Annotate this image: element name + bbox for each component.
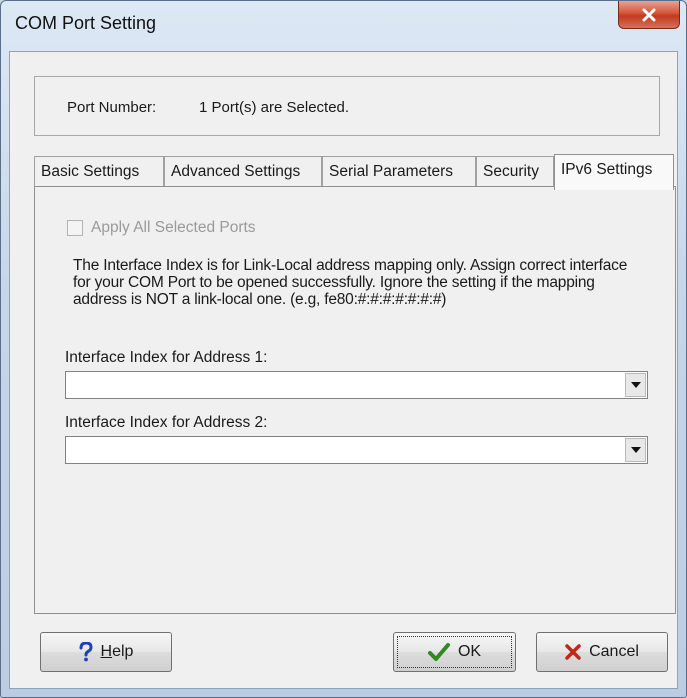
- interface-index-note: The Interface Index is for Link-Local ad…: [73, 257, 628, 308]
- apply-all-row: Apply All Selected Ports: [67, 219, 256, 237]
- checkmark-icon: [427, 643, 450, 661]
- interface2-dropdown-button[interactable]: [625, 438, 646, 462]
- interface1-label: Interface Index for Address 1:: [65, 349, 268, 366]
- help-label: Help: [100, 643, 134, 660]
- cancel-x-icon: [565, 644, 581, 660]
- apply-all-checkbox[interactable]: [67, 220, 83, 236]
- ok-button[interactable]: OK: [393, 632, 516, 672]
- port-number-box: Port Number: 1 Port(s) are Selected.: [34, 76, 660, 136]
- tab-basic-settings[interactable]: Basic Settings: [34, 156, 164, 186]
- port-number-value: 1 Port(s) are Selected.: [199, 99, 350, 116]
- close-button[interactable]: [618, 1, 680, 29]
- close-x-icon: [642, 8, 656, 21]
- apply-all-label: Apply All Selected Ports: [91, 219, 256, 236]
- dialog-body: Port Number: 1 Port(s) are Selected. Bas…: [9, 51, 678, 689]
- port-number-label: Port Number:: [67, 99, 157, 116]
- title-bar[interactable]: COM Port Setting: [1, 1, 686, 51]
- ipv6-settings-panel: Apply All Selected Ports The Interface I…: [34, 186, 676, 614]
- window-title: COM Port Setting: [15, 13, 157, 33]
- chevron-down-icon: [630, 382, 641, 388]
- settings-tabs: Basic Settings Advanced Settings Serial …: [34, 154, 674, 190]
- chevron-down-icon: [630, 447, 641, 453]
- interface1-dropdown-button[interactable]: [625, 373, 646, 397]
- interface1-select[interactable]: [65, 371, 648, 399]
- tab-security[interactable]: Security: [476, 156, 554, 186]
- tab-serial-parameters[interactable]: Serial Parameters: [322, 156, 476, 186]
- tab-advanced-settings[interactable]: Advanced Settings: [164, 156, 322, 186]
- com-port-setting-dialog: COM Port Setting Port Number: 1 Port(s) …: [0, 0, 687, 698]
- help-button[interactable]: Help: [40, 632, 172, 672]
- tab-ipv6-settings[interactable]: IPv6 Settings: [554, 154, 674, 190]
- interface2-label: Interface Index for Address 2:: [65, 414, 268, 431]
- cancel-label: Cancel: [589, 643, 639, 660]
- help-question-icon: [79, 642, 93, 662]
- interface2-select[interactable]: [65, 436, 648, 464]
- cancel-button[interactable]: Cancel: [536, 632, 668, 672]
- ok-label: OK: [457, 643, 482, 660]
